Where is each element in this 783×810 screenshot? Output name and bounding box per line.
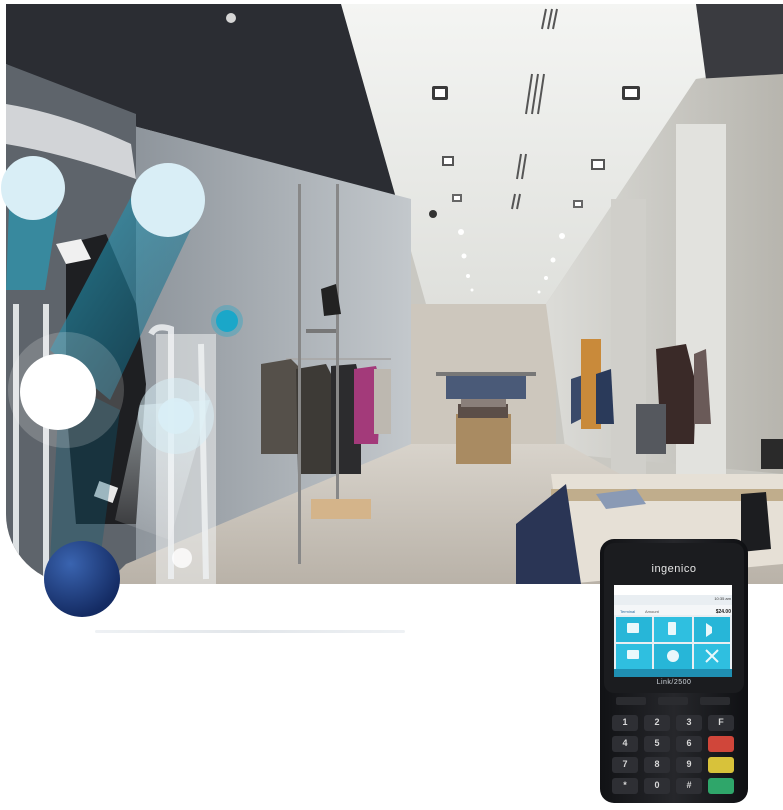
terminal-model: Link/2500: [656, 679, 692, 686]
key-2[interactable]: 2: [646, 717, 668, 727]
screen-mid-label: Amount: [645, 609, 659, 614]
key-3[interactable]: 3: [678, 717, 700, 727]
key-hash[interactable]: #: [678, 780, 700, 790]
store-photo: [6, 4, 783, 584]
key-4[interactable]: 4: [614, 738, 636, 748]
key-6[interactable]: 6: [678, 738, 700, 748]
screen-amount: $24.00: [715, 609, 731, 615]
key-5[interactable]: 5: [646, 738, 668, 748]
store-interior-illustration: [6, 4, 783, 584]
caption-placeholder-line: [95, 630, 405, 633]
key-9[interactable]: 9: [678, 759, 700, 769]
screen-time: 10:35 am: [714, 596, 731, 601]
key-1[interactable]: 1: [614, 717, 636, 727]
key-star[interactable]: *: [614, 780, 636, 790]
payment-terminal: ingenico Terminal Amount 10:35 am $24.00…: [598, 537, 750, 805]
key-7[interactable]: 7: [614, 759, 636, 769]
terminal-brand: ingenico: [651, 563, 697, 575]
key-0[interactable]: 0: [646, 780, 668, 790]
stage: ingenico Terminal Amount 10:35 am $24.00…: [0, 0, 783, 807]
key-f[interactable]: F: [710, 717, 732, 727]
key-8[interactable]: 8: [646, 759, 668, 769]
screen-left-label: Terminal: [620, 609, 636, 614]
